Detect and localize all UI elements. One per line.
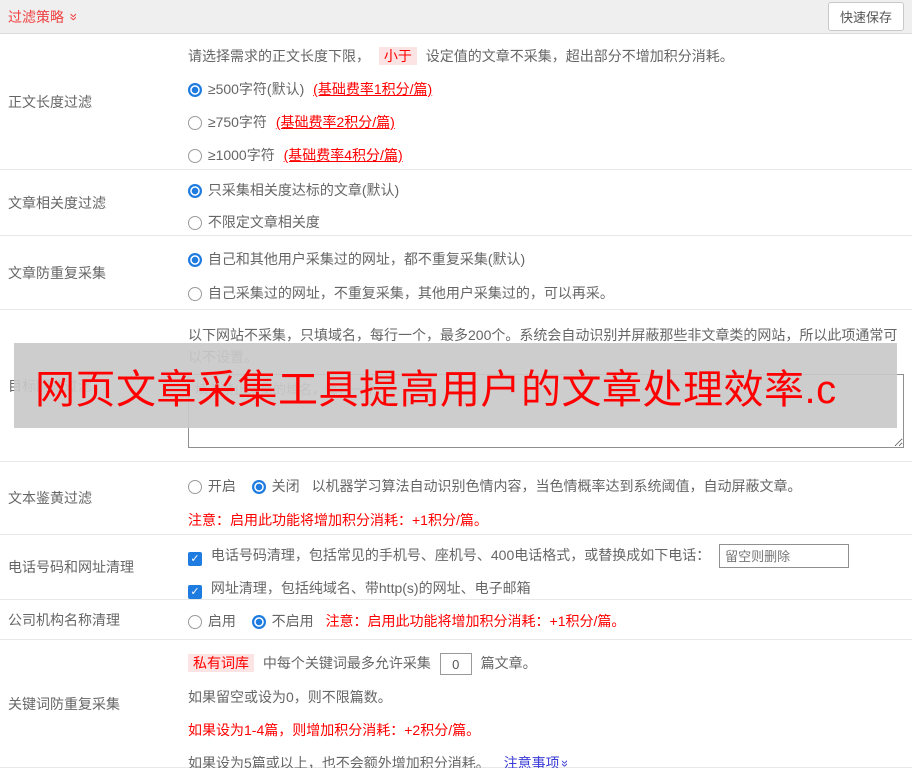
row-label: 电话号码和网址清理	[0, 535, 188, 599]
limit-text-pre: 中每个关键词最多允许采集	[263, 655, 431, 671]
radio-icon[interactable]	[188, 149, 202, 163]
option-label: ≥1000字符	[208, 147, 275, 163]
radio-selected-icon[interactable]	[188, 83, 202, 97]
radio-icon[interactable]	[188, 615, 202, 629]
row-label: 文章防重复采集	[0, 236, 188, 309]
option-label: 不限定文章相关度	[208, 214, 320, 230]
option-length-750[interactable]: ≥750字符 (基础费率2积分/篇)	[188, 112, 904, 132]
row-label: 文本鉴黄过滤	[0, 462, 188, 534]
option-company-off[interactable]: 不启用	[252, 613, 318, 629]
row-content-length: 正文长度过滤 请选择需求的正文长度下限， 小于 设定值的文章不采集，超出部分不增…	[0, 34, 912, 170]
replacement-phone-input[interactable]	[719, 544, 849, 568]
option-dedup-self[interactable]: 自己采集过的网址，不重复采集，其他用户采集过的，可以再采。	[188, 283, 904, 303]
option-label: ≥750字符	[208, 114, 267, 130]
row-company-clean: 公司机构名称清理 启用 不启用 注意：启用此功能将增加积分消耗：+1积分/篇。	[0, 600, 912, 640]
link-label: 注意事项	[504, 755, 560, 768]
desc-pre: 请选择需求的正文长度下限，	[188, 48, 370, 64]
section-header-bar: 过滤策略 « 快速保存	[0, 0, 912, 34]
option-length-500[interactable]: ≥500字符(默认) (基础费率1积分/篇)	[188, 79, 904, 99]
keyword-limit-line: 私有词库 中每个关键词最多允许采集 篇文章。	[188, 652, 904, 675]
option-porn-on[interactable]: 开启	[188, 478, 240, 494]
quick-save-button[interactable]: 快速保存	[828, 2, 904, 31]
checkbox-checked-icon[interactable]: ✓	[188, 552, 202, 566]
section-title-toggle[interactable]: 过滤策略 «	[8, 7, 76, 27]
option-relevance-strict[interactable]: 只采集相关度达标的文章(默认)	[188, 180, 904, 200]
option-label: 关闭	[272, 478, 300, 494]
radio-icon[interactable]	[188, 287, 202, 301]
less-than-badge: 小于	[379, 47, 417, 65]
row-phone-clean: 电话号码和网址清理 ✓ 电话号码清理，包括常见的手机号、座机号、400电话格式，…	[0, 535, 912, 600]
row-dedup: 文章防重复采集 自己和其他用户采集过的网址，都不重复采集(默认) 自己采集过的网…	[0, 236, 912, 310]
option-label: 自己和其他用户采集过的网址，都不重复采集(默认)	[208, 251, 525, 267]
row-label: 公司机构名称清理	[0, 600, 188, 639]
option-length-1000[interactable]: ≥1000字符 (基础费率4积分/篇)	[188, 145, 904, 165]
row-label: 关键词防重复采集	[0, 640, 188, 767]
watermark-overlay: 网页文章采集工具提高用户的文章处理效率.c	[14, 343, 897, 428]
fee-note: (基础费率2积分/篇)	[276, 114, 395, 130]
option-label: 只采集相关度达标的文章(默认)	[208, 182, 399, 198]
url-clean-option[interactable]: ✓ 网址清理，包括纯域名、带http(s)的网址、电子邮箱	[188, 576, 904, 600]
fee-note: (基础费率4积分/篇)	[284, 147, 403, 163]
radio-selected-icon[interactable]	[252, 480, 266, 494]
checkbox-label: 电话号码清理，包括常见的手机号、座机号、400电话格式，或替换成如下电话：	[211, 547, 710, 563]
watermark-text: 网页文章采集工具提高用户的文章处理效率.c	[14, 357, 837, 415]
radio-selected-icon[interactable]	[252, 615, 266, 629]
checkbox-checked-icon[interactable]: ✓	[188, 585, 202, 599]
fee-note: (基础费率1积分/篇)	[313, 81, 432, 97]
radio-selected-icon[interactable]	[188, 253, 202, 267]
row-keyword-dedup: 关键词防重复采集 私有词库 中每个关键词最多允许采集 篇文章。 如果留空或设为0…	[0, 640, 912, 768]
keyword-note-zero: 如果留空或设为0，则不限篇数。	[188, 686, 904, 708]
phone-clean-option[interactable]: ✓ 电话号码清理，包括常见的手机号、座机号、400电话格式，或替换成如下电话：	[188, 543, 904, 568]
page-title: 过滤策略	[8, 7, 64, 27]
keyword-count-input[interactable]	[440, 653, 472, 675]
radio-selected-icon[interactable]	[188, 184, 202, 198]
keyword-note-five: 如果设为5篇或以上，也不会额外增加积分消耗。 注意事项«	[188, 752, 904, 768]
radio-icon[interactable]	[188, 216, 202, 230]
chevrons-down-icon: «	[65, 13, 79, 21]
checkbox-label: 网址清理，包括纯域名、带http(s)的网址、电子邮箱	[211, 580, 531, 596]
option-label: 不启用	[272, 613, 314, 629]
keyword-note-fee: 如果设为1-4篇，则增加积分消耗：+2积分/篇。	[188, 719, 904, 741]
option-relevance-any[interactable]: 不限定文章相关度	[188, 212, 904, 232]
row-label: 文章相关度过滤	[0, 170, 188, 235]
radio-icon[interactable]	[188, 116, 202, 130]
option-label: 自己采集过的网址，不重复采集，其他用户采集过的，可以再采。	[208, 285, 614, 301]
company-clean-note: 注意：启用此功能将增加积分消耗：+1积分/篇。	[326, 613, 626, 629]
option-label: 开启	[208, 478, 236, 494]
option-dedup-global[interactable]: 自己和其他用户采集过的网址，都不重复采集(默认)	[188, 249, 904, 269]
option-label: ≥500字符(默认)	[208, 81, 304, 97]
filter-strategy-page: 过滤策略 « 快速保存 正文长度过滤 请选择需求的正文长度下限， 小于 设定值的…	[0, 0, 912, 768]
desc-post: 设定值的文章不采集，超出部分不增加积分消耗。	[426, 48, 734, 64]
radio-icon[interactable]	[188, 480, 202, 494]
porn-filter-note: 注意：启用此功能将增加积分消耗：+1积分/篇。	[188, 510, 904, 530]
content-length-description: 请选择需求的正文长度下限， 小于 设定值的文章不采集，超出部分不增加积分消耗。	[188, 46, 904, 66]
private-lexicon-badge: 私有词库	[188, 654, 254, 672]
row-label: 正文长度过滤	[0, 34, 188, 169]
note-text: 如果设为5篇或以上，也不会额外增加积分消耗。	[188, 755, 490, 768]
row-porn-filter: 文本鉴黄过滤 开启 关闭 以机器学习算法自动识别色情内容，当色情概率达到系统阈值…	[0, 462, 912, 535]
option-label: 启用	[208, 613, 236, 629]
porn-filter-description: 以机器学习算法自动识别色情内容，当色情概率达到系统阈值，自动屏蔽文章。	[312, 478, 802, 494]
notice-link[interactable]: 注意事项«	[504, 755, 567, 768]
chevrons-down-icon: «	[557, 760, 570, 767]
row-relevance: 文章相关度过滤 只采集相关度达标的文章(默认) 不限定文章相关度	[0, 170, 912, 236]
limit-text-post: 篇文章。	[481, 655, 537, 671]
option-company-on[interactable]: 启用	[188, 613, 240, 629]
option-porn-off[interactable]: 关闭	[252, 478, 304, 494]
